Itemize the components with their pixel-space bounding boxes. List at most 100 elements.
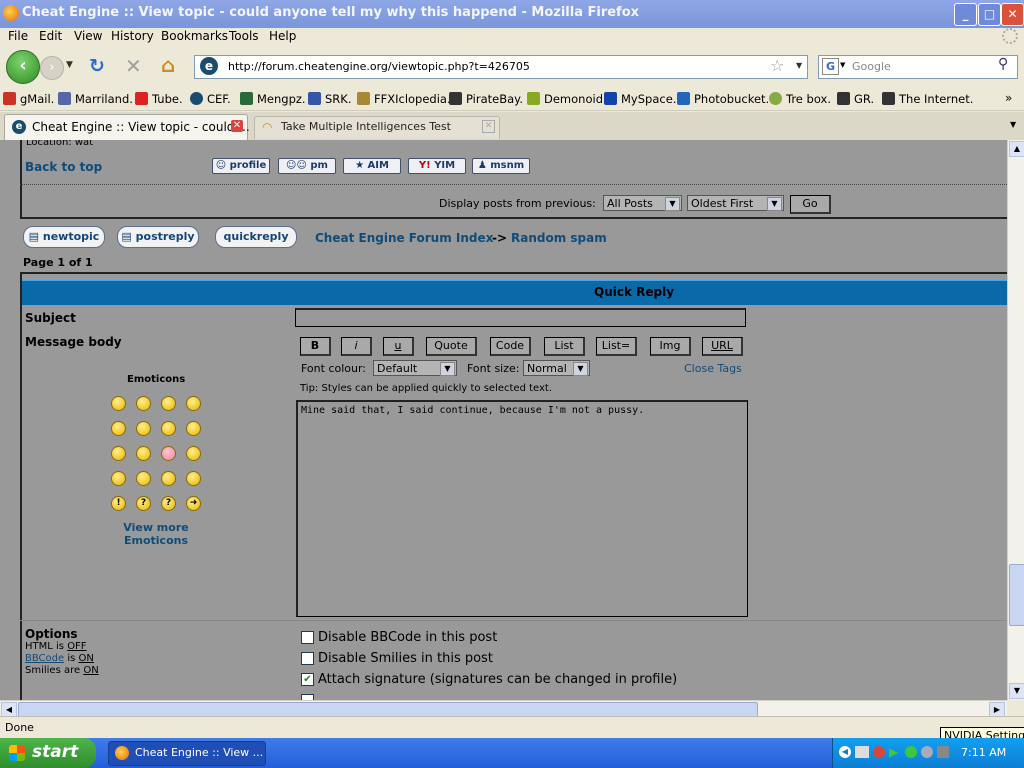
code-button[interactable]: Code — [490, 337, 531, 356]
security-tray-icon[interactable] — [873, 746, 885, 758]
play-tray-icon[interactable]: ▶ — [889, 745, 898, 759]
vertical-scroll-thumb[interactable] — [1009, 564, 1024, 626]
bookmark-photobucket[interactable]: Photobucket. — [677, 92, 769, 106]
scroll-right-icon[interactable]: ▶ — [989, 702, 1005, 717]
home-icon[interactable]: ⌂ — [161, 53, 175, 77]
disable-smilies-checkbox[interactable] — [301, 652, 314, 665]
breadcrumb-index-link[interactable]: Cheat Engine Forum Index — [315, 231, 493, 245]
breadcrumb-forum-link[interactable]: Random spam — [511, 231, 607, 245]
back-to-top-link[interactable]: Back to top — [25, 160, 102, 174]
network-tray-icon[interactable] — [905, 746, 917, 758]
horizontal-scroll-thumb[interactable] — [18, 702, 758, 717]
url-dropdown-icon[interactable]: ▼ — [796, 61, 802, 70]
search-bar[interactable] — [818, 55, 1018, 79]
close-tab-icon[interactable]: ✕ — [231, 120, 243, 132]
minimize-button[interactable]: _ — [954, 3, 977, 26]
font-colour-select[interactable]: Default ▼ — [373, 360, 457, 376]
display-tray-icon[interactable] — [937, 746, 949, 758]
start-button[interactable]: start — [0, 738, 96, 768]
crying-icon[interactable] — [186, 446, 201, 461]
search-engine-icon[interactable]: G — [822, 58, 839, 75]
cool-icon[interactable] — [161, 421, 176, 436]
bookmark-ffxiclopedia[interactable]: FFXIclopedia. — [357, 92, 451, 106]
close-button[interactable]: ✕ — [1001, 3, 1024, 26]
yim-button[interactable]: Y! YIM — [408, 158, 466, 174]
bookmark-srk[interactable]: SRK. — [308, 92, 352, 106]
maximize-button[interactable]: □ — [978, 3, 1001, 26]
menu-edit[interactable]: Edit — [39, 29, 62, 43]
quote-button[interactable]: Quote — [426, 337, 477, 356]
bookmark-piratebay[interactable]: PirateBay. — [449, 92, 523, 106]
img-button[interactable]: Img — [650, 337, 691, 356]
bookmark-mengpz[interactable]: Mengpz. — [240, 92, 306, 106]
message-textarea[interactable]: Mine said that, I said continue, because… — [296, 400, 748, 617]
horizontal-scrollbar[interactable]: ◀ ▶ — [0, 700, 1007, 717]
stop-icon[interactable]: ✕ — [125, 54, 142, 78]
surprised-icon[interactable] — [186, 396, 201, 411]
attach-signature-checkbox[interactable]: ✔ — [301, 673, 314, 686]
menu-bookmarks[interactable]: Bookmarks — [161, 29, 228, 43]
forward-button[interactable]: › — [40, 56, 64, 80]
msnm-button[interactable]: ♟ msnm — [472, 158, 530, 174]
go-button[interactable]: Go — [790, 195, 831, 214]
mad-icon[interactable] — [111, 446, 126, 461]
arrow-icon[interactable]: ➜ — [186, 496, 201, 511]
list-ordered-button[interactable]: List= — [596, 337, 637, 356]
sad-icon[interactable] — [161, 396, 176, 411]
search-go-icon[interactable]: ⚲ — [998, 56, 1008, 72]
tab-cheat-engine[interactable]: e Cheat Engine :: View topic - could ...… — [4, 114, 250, 140]
twisted-icon[interactable] — [136, 471, 151, 486]
smile-icon[interactable] — [111, 396, 126, 411]
evil-icon[interactable] — [111, 471, 126, 486]
aim-button[interactable]: ★ AIM — [343, 158, 401, 174]
disable-bbcode-checkbox[interactable] — [301, 631, 314, 644]
volume-tray-icon[interactable] — [921, 746, 933, 758]
back-button[interactable]: ‹ — [6, 50, 40, 84]
bookmark-demonoid[interactable]: Demonoid. — [527, 92, 607, 106]
close-tags-link[interactable]: Close Tags — [684, 362, 742, 375]
close-tab-icon[interactable]: ✕ — [482, 120, 495, 133]
menu-help[interactable]: Help — [269, 29, 296, 43]
confused-icon[interactable] — [136, 421, 151, 436]
profile-button[interactable]: ☺ profile — [212, 158, 270, 174]
order-select[interactable]: Oldest First ▼ — [687, 195, 784, 211]
search-input[interactable]: Google — [852, 60, 891, 73]
grin-icon[interactable] — [136, 396, 151, 411]
pm-button[interactable]: ☺☺ pm — [278, 158, 336, 174]
scroll-up-icon[interactable]: ▲ — [1009, 141, 1024, 157]
bookmark-myspace[interactable]: MySpace. — [604, 92, 676, 106]
subject-input[interactable] — [295, 308, 746, 327]
show-hidden-icons[interactable]: ◀ — [839, 746, 851, 758]
search-engine-dropdown-icon[interactable]: ▼ — [840, 61, 845, 69]
shocked-icon[interactable] — [111, 421, 126, 436]
quick-reply-button[interactable]: quickreply — [215, 226, 297, 248]
taskbar-item-firefox[interactable]: Cheat Engine :: View ... — [108, 741, 266, 766]
bbcode-link[interactable]: BBCode — [25, 653, 64, 664]
menu-view[interactable]: View — [74, 29, 102, 43]
bookmark-trebox[interactable]: Tre box. — [769, 92, 831, 106]
bold-button[interactable]: B — [300, 337, 331, 356]
bookmark-marriland[interactable]: Marriland. — [58, 92, 133, 106]
new-topic-button[interactable]: ▤ newtopic — [23, 226, 105, 248]
display-posts-select[interactable]: All Posts ▼ — [603, 195, 682, 211]
question-icon[interactable]: ? — [136, 496, 151, 511]
vertical-scrollbar[interactable]: ▲ ▼ — [1007, 140, 1024, 700]
embarrassed-icon[interactable] — [161, 446, 176, 461]
bookmarks-overflow-icon[interactable]: » — [1005, 91, 1012, 105]
reload-icon[interactable]: ↻ — [89, 55, 105, 77]
idea-icon[interactable]: ? — [161, 496, 176, 511]
menu-tools[interactable]: Tools — [229, 29, 259, 43]
list-button[interactable]: List — [544, 337, 585, 356]
scroll-down-icon[interactable]: ▼ — [1009, 683, 1024, 699]
menu-history[interactable]: History — [111, 29, 154, 43]
bookmark-tube[interactable]: Tube. — [135, 92, 183, 106]
bookmark-the-internet[interactable]: The Internet. — [882, 92, 973, 106]
underline-button[interactable]: u — [383, 337, 414, 356]
tab-list-icon[interactable]: ▼ — [1010, 120, 1016, 129]
tab-intelligences-test[interactable]: ◠ Take Multiple Intelligences Test ✕ — [254, 116, 500, 139]
post-reply-button[interactable]: ▤ postreply — [117, 226, 199, 248]
rolleyes-icon[interactable] — [161, 471, 176, 486]
nvidia-tray-icon[interactable] — [855, 746, 869, 758]
bookmark-cef[interactable]: CEF. — [190, 92, 231, 106]
bookmark-gr[interactable]: GR. — [837, 92, 874, 106]
